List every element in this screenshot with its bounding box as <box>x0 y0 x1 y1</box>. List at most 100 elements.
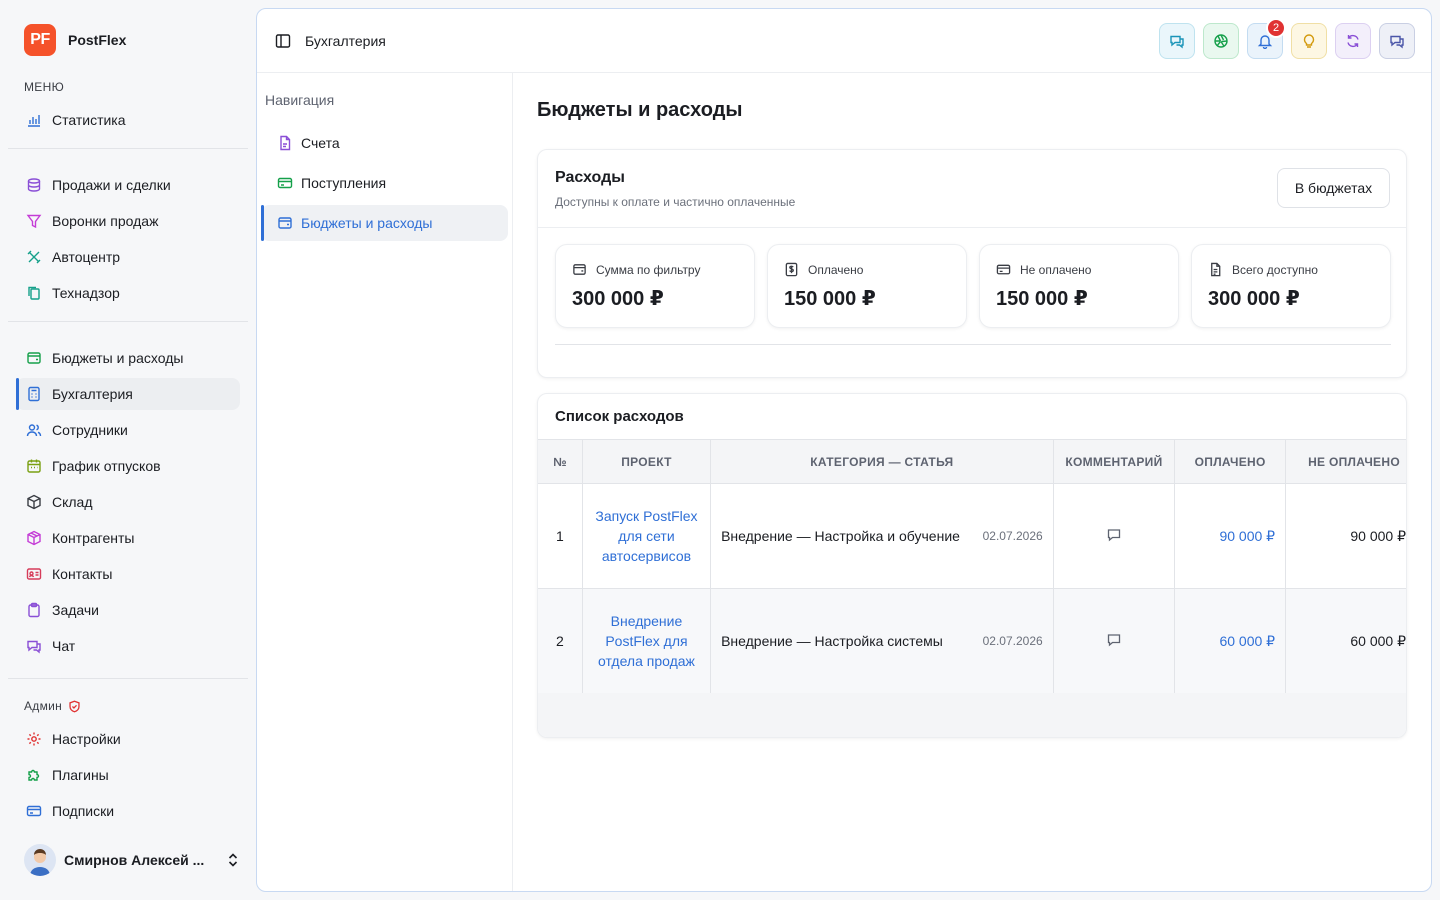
column-header-project[interactable]: ПРОЕКТ <box>582 439 712 484</box>
brand[interactable]: PF PostFlex <box>24 24 126 56</box>
expense-list-title: Список расходов <box>555 408 684 425</box>
sidebar-item-label: Чат <box>52 638 76 654</box>
sidebar-item-label: Статистика <box>52 112 126 128</box>
stat-filter-sum: Сумма по фильтру 300 000 ₽ <box>555 244 755 328</box>
sidebar-item-funnels[interactable]: Воронки продаж <box>16 205 240 237</box>
chevron-up-down-icon[interactable] <box>226 852 240 868</box>
card-divider <box>538 227 1406 228</box>
card-icon <box>996 262 1011 277</box>
dollar-icon <box>784 262 799 277</box>
stats-divider <box>555 344 1391 345</box>
brand-name: PostFlex <box>68 32 127 48</box>
comment-cell[interactable] <box>1053 483 1176 589</box>
column-header-category[interactable]: КАТЕГОРИЯ — СТАТЬЯ <box>710 439 1054 484</box>
table-footer <box>538 693 1406 737</box>
expense-list-card: Список расходов № ПРОЕКТ КАТЕГОРИЯ — СТА… <box>537 393 1407 738</box>
stat-value: 300 000 ₽ <box>572 288 664 310</box>
expenses-card-subtitle: Доступны к оплате и частично оплаченные <box>555 195 796 209</box>
sidebar-item-label: Автоцентр <box>52 249 121 265</box>
sidebar-item-label: График отпусков <box>52 458 161 474</box>
database-icon <box>26 177 42 193</box>
stat-label-text: Сумма по фильтру <box>596 262 701 277</box>
bar-chart-icon <box>26 112 42 128</box>
box-icon <box>26 494 42 510</box>
column-header-number[interactable]: № <box>538 439 583 484</box>
sidebar-item-label: Бюджеты и расходы <box>52 350 184 366</box>
sidebar-item-settings[interactable]: Настройки <box>16 723 240 755</box>
subnav-item-label: Бюджеты и расходы <box>301 215 433 231</box>
sidebar-divider <box>8 321 248 322</box>
sidebar-item-chat[interactable]: Чат <box>16 630 240 662</box>
sidebar-item-autocenter[interactable]: Автоцентр <box>16 241 240 273</box>
sidebar-item-employees[interactable]: Сотрудники <box>16 414 240 446</box>
sidebar-item-label: Воронки продаж <box>52 213 159 229</box>
sidebar-item-subscriptions[interactable]: Подписки <box>16 795 240 827</box>
funnel-icon <box>26 213 42 229</box>
sidebar-item-label: Настройки <box>52 731 121 747</box>
column-header-paid[interactable]: ОПЛАЧЕНО <box>1174 439 1287 484</box>
integrations-button[interactable] <box>1203 23 1239 59</box>
sidebar-item-label: Задачи <box>52 602 100 618</box>
secondary-nav: Навигация Счета Поступления Бюджеты и ра… <box>257 73 513 891</box>
subnav-item-invoices[interactable]: Счета <box>261 125 508 161</box>
sidebar-item-counterparties[interactable]: Контрагенты <box>16 522 240 554</box>
page-title: Бюджеты и расходы <box>537 99 743 121</box>
expense-date: 02.07.2026 <box>982 634 1043 648</box>
avatar <box>24 844 56 876</box>
in-budgets-button[interactable]: В бюджетах <box>1277 168 1390 208</box>
sidebar-item-label: Технадзор <box>52 285 120 301</box>
comment-icon[interactable] <box>1106 632 1122 648</box>
notifications-button[interactable]: 2 <box>1247 18 1286 59</box>
stat-label: Сумма по фильтру <box>572 262 700 277</box>
sidebar-item-tasks[interactable]: Задачи <box>16 594 240 626</box>
refresh-icon <box>1345 33 1361 49</box>
category-text: Внедрение — Настройка системы <box>721 633 943 649</box>
project-link[interactable]: Запуск PostFlex для сети автосервисов <box>582 483 712 589</box>
sidebar-toggle-icon[interactable] <box>275 33 291 49</box>
expenses-card-title: Расходы <box>555 169 625 186</box>
sidebar-item-label: Подписки <box>52 803 115 819</box>
comment-icon[interactable] <box>1106 527 1122 543</box>
sidebar-item-accounting[interactable]: Бухгалтерия <box>16 378 240 410</box>
sidebar-item-plugins[interactable]: Плагины <box>16 759 240 791</box>
wallet-icon <box>26 350 42 366</box>
sidebar-item-contacts[interactable]: Контакты <box>16 558 240 590</box>
paid-amount[interactable]: 90 000 ₽ <box>1174 483 1287 589</box>
table-header-row: № ПРОЕКТ КАТЕГОРИЯ — СТАТЬЯ КОММЕНТАРИЙ … <box>538 439 1406 484</box>
comment-cell[interactable] <box>1053 588 1176 694</box>
ideas-button[interactable] <box>1291 23 1327 59</box>
table-row[interactable]: 2 Внедрение PostFlex для отдела продаж В… <box>538 588 1406 694</box>
sidebar-item-statistics[interactable]: Статистика <box>16 104 240 136</box>
clipboard-icon <box>26 602 42 618</box>
stat-label-text: Оплачено <box>808 262 864 277</box>
column-header-unpaid[interactable]: НЕ ОПЛАЧЕНО <box>1285 439 1406 484</box>
subnav-item-label: Счета <box>301 135 340 151</box>
sidebar-item-budgets[interactable]: Бюджеты и расходы <box>16 342 240 374</box>
sidebar-item-warehouse[interactable]: Склад <box>16 486 240 518</box>
category-text: Внедрение — Настройка и обучение <box>721 528 960 544</box>
chat-button[interactable] <box>1159 23 1195 59</box>
paid-amount[interactable]: 60 000 ₽ <box>1174 588 1287 694</box>
table-row[interactable]: 1 Запуск PostFlex для сети автосервисов … <box>538 483 1406 589</box>
sidebar: PF PostFlex МЕНЮ Статистика Продажи и сд… <box>0 0 256 900</box>
notifications-badge: 2 <box>1266 18 1286 38</box>
expense-table: № ПРОЕКТ КАТЕГОРИЯ — СТАТЬЯ КОММЕНТАРИЙ … <box>538 439 1406 694</box>
document-icon <box>1208 262 1223 277</box>
lightbulb-icon <box>1301 33 1317 49</box>
project-link[interactable]: Внедрение PostFlex для отдела продаж <box>582 588 712 694</box>
messages-button[interactable] <box>1379 23 1415 59</box>
puzzle-icon <box>26 767 42 783</box>
sidebar-item-tech-supervision[interactable]: Технадзор <box>16 277 240 309</box>
sidebar-item-sales[interactable]: Продажи и сделки <box>16 169 240 201</box>
subnav-item-budgets[interactable]: Бюджеты и расходы <box>261 205 508 241</box>
refresh-button[interactable] <box>1335 23 1371 59</box>
stat-value: 150 000 ₽ <box>784 288 876 310</box>
sidebar-item-vacations[interactable]: График отпусков <box>16 450 240 482</box>
file-icon <box>277 135 293 151</box>
stat-label-text: Всего доступно <box>1232 262 1318 277</box>
subnav-item-receipts[interactable]: Поступления <box>261 165 508 201</box>
user-menu[interactable]: Смирнов Алексей ... <box>24 843 240 877</box>
chat-icon <box>26 638 42 654</box>
column-header-comment[interactable]: КОММЕНТАРИЙ <box>1053 439 1176 484</box>
sidebar-item-label: Контакты <box>52 566 113 582</box>
